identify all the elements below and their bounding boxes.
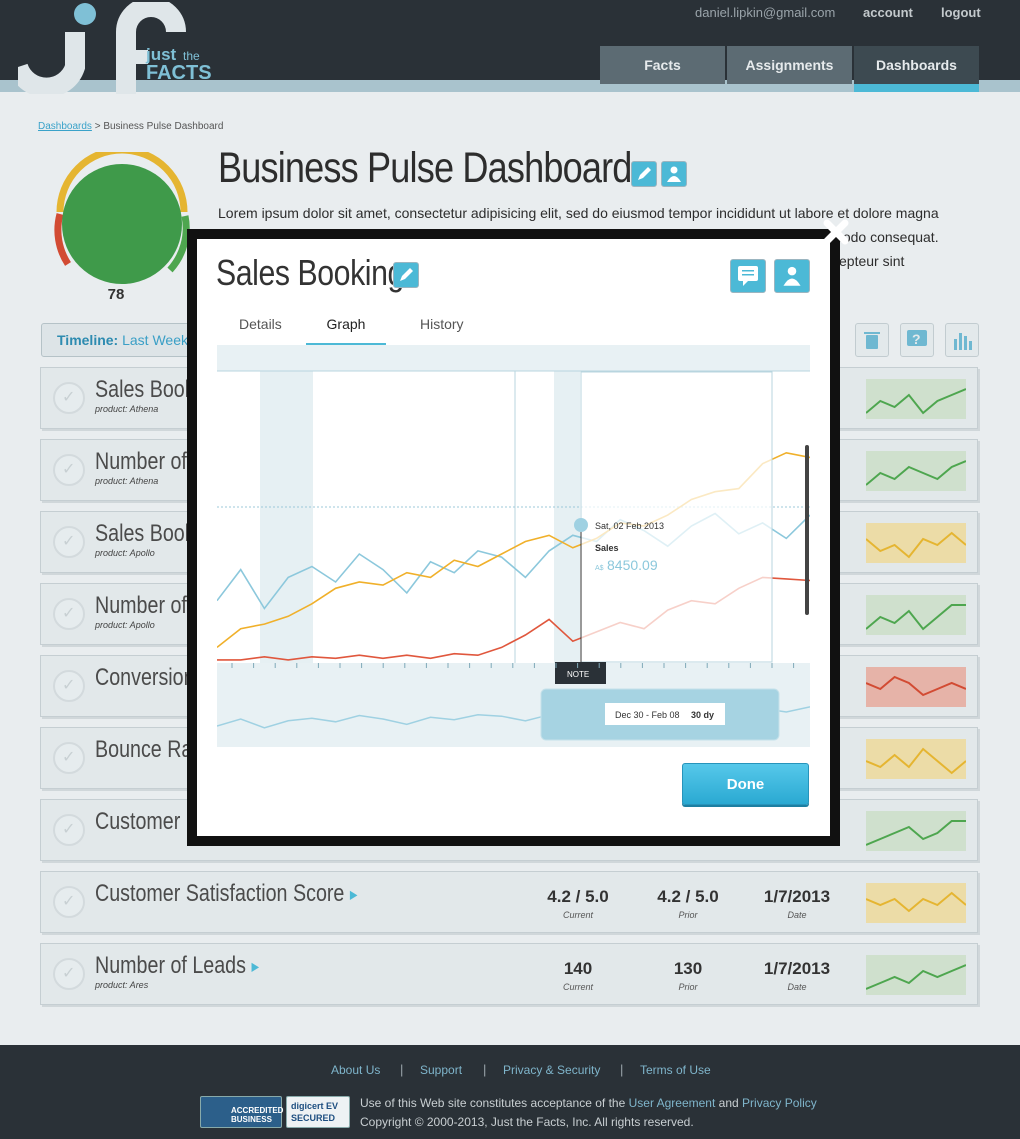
tab-details[interactable]: Details — [239, 316, 282, 346]
range-label: Dec 30 - Feb 08 — [615, 710, 680, 720]
comment-button[interactable] — [730, 259, 766, 293]
comment-icon — [738, 266, 758, 286]
share-user-icon — [783, 266, 801, 286]
close-icon[interactable] — [818, 214, 854, 250]
share-metric-button[interactable] — [774, 259, 810, 293]
range-days: 30 dy — [691, 710, 714, 720]
tab-graph[interactable]: Graph — [306, 316, 386, 346]
chart-scrollbar[interactable] — [805, 445, 809, 615]
tooltip-series: Sales — [595, 543, 619, 553]
note-label: NOTE — [567, 670, 589, 679]
hover-point — [574, 518, 588, 532]
modal-title: Sales Bookings — [216, 252, 419, 293]
edit-metric-button[interactable] — [393, 262, 419, 288]
sales-chart[interactable]: Sat, 02 Feb 2013 Sales A$ 8450.09 NOTE D… — [217, 345, 810, 747]
tooltip-date: Sat, 02 Feb 2013 — [595, 521, 664, 531]
tooltip-currency: A$ — [595, 565, 604, 572]
done-button[interactable]: Done — [682, 763, 809, 805]
tooltip-value: 8450.09 — [607, 557, 658, 573]
tab-history[interactable]: History — [420, 316, 464, 346]
pencil-icon — [400, 268, 413, 281]
